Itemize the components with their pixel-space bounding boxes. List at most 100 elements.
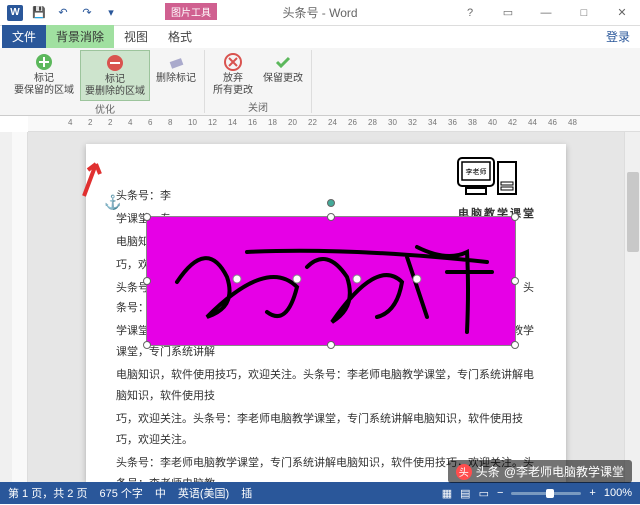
insert-mode[interactable]: 插 — [241, 485, 252, 501]
watermark-prefix: 头条 — [476, 463, 500, 480]
close-button[interactable]: ✕ — [608, 3, 636, 23]
discard-changes-button[interactable]: 放弃 所有更改 — [209, 50, 257, 99]
ruler-mark: 6 — [148, 118, 152, 127]
ruler-mark: 18 — [268, 118, 277, 127]
ruler-mark: 20 — [288, 118, 297, 127]
eraser-icon — [166, 52, 186, 72]
help-button[interactable]: ? — [456, 3, 484, 23]
ruler-mark: 30 — [388, 118, 397, 127]
tab-view[interactable]: 视图 — [114, 25, 158, 48]
zoom-out-button[interactable]: − — [497, 487, 503, 499]
page-indicator[interactable]: 第 1 页，共 2 页 — [8, 485, 87, 501]
ruler-mark: 4 — [68, 118, 72, 127]
left-gutter — [0, 132, 12, 482]
ruler-mark: 12 — [208, 118, 217, 127]
text-line[interactable]: 巧，欢迎关注。头条号：李老师电脑教学课堂，专门系统讲解电脑知识，软件使用技巧，欢… — [116, 409, 536, 451]
ruler-mark: 36 — [448, 118, 457, 127]
undo-button[interactable]: ↶ — [52, 2, 74, 24]
ruler-mark: 42 — [508, 118, 517, 127]
ruler-mark: 40 — [488, 118, 497, 127]
resize-handle[interactable] — [511, 213, 519, 221]
ribbon-options-button[interactable]: ▭ — [494, 3, 522, 23]
view-read-icon[interactable]: ▤ — [460, 487, 470, 500]
computer-icon: 李老师 — [452, 152, 522, 202]
ribbon-tabs: 文件 背景消除 视图 格式 登录 — [0, 26, 640, 48]
language-indicator[interactable]: 英语(美国) — [178, 485, 229, 501]
watermark: 头 头条 @李老师电脑教学课堂 — [448, 460, 632, 483]
vertical-ruler[interactable] — [12, 132, 28, 482]
redo-button[interactable]: ↷ — [76, 2, 98, 24]
page[interactable]: ⚓ 李老师 电脑教学课堂 头条号：李 — [86, 144, 566, 482]
ruler-mark: 14 — [228, 118, 237, 127]
qat-dropdown[interactable]: ▾ — [100, 2, 122, 24]
status-bar: 第 1 页，共 2 页 675 个字 中 英语(美国) 插 ▦ ▤ ▭ − + … — [0, 482, 640, 504]
tab-file[interactable]: 文件 — [2, 25, 46, 48]
ruler-mark: 34 — [428, 118, 437, 127]
tab-background-remove[interactable]: 背景消除 — [46, 25, 114, 48]
ruler-mark: 32 — [408, 118, 417, 127]
title-bar: W 💾 ↶ ↷ ▾ 图片工具 头条号 - Word ? ▭ — □ ✕ — [0, 0, 640, 26]
delete-mark-button[interactable]: 删除标记 — [152, 50, 200, 87]
document-title: 头条号 - Word — [282, 4, 357, 21]
ribbon-group-close: 放弃 所有更改 保留更改 关闭 — [205, 50, 312, 113]
ruler-mark: 2 — [88, 118, 92, 127]
ruler-mark: 16 — [248, 118, 257, 127]
cancel-icon — [223, 52, 243, 72]
word-count[interactable]: 675 个字 — [99, 485, 142, 501]
check-icon — [273, 52, 293, 72]
horizontal-ruler[interactable]: 4224681012141618202224262830323436384042… — [28, 116, 640, 132]
lang-icon[interactable]: 中 — [155, 485, 166, 501]
resize-handle[interactable] — [511, 341, 519, 349]
ribbon: 标记 要保留的区域 标记 要删除的区域 删除标记 优化 放弃 所有更改 保留更改 — [0, 48, 640, 116]
zoom-slider-thumb[interactable] — [546, 489, 554, 498]
ruler-mark: 4 — [128, 118, 132, 127]
mark-keep-button[interactable]: 标记 要保留的区域 — [10, 50, 78, 99]
ruler-mark: 26 — [348, 118, 357, 127]
maximize-button[interactable]: □ — [570, 3, 598, 23]
picture-tools-contextual-header: 图片工具 — [165, 3, 217, 20]
selected-image[interactable] — [146, 216, 516, 346]
watermark-icon: 头 — [456, 464, 472, 480]
text-line[interactable]: 电脑知识，软件使用技巧，欢迎关注。头条号：李老师电脑教学课堂，专门系统讲解电脑知… — [116, 365, 536, 407]
ruler-mark: 44 — [528, 118, 537, 127]
scrollbar-thumb[interactable] — [627, 172, 639, 252]
resize-handle[interactable] — [327, 341, 335, 349]
resize-handle[interactable] — [511, 277, 519, 285]
word-app-icon[interactable]: W — [4, 2, 26, 24]
ruler-mark: 2 — [108, 118, 112, 127]
resize-handle[interactable] — [143, 277, 151, 285]
annotation-arrow-icon — [78, 158, 108, 198]
watermark-text: @李老师电脑教学课堂 — [504, 463, 624, 480]
document-area[interactable]: ⚓ 李老师 电脑教学课堂 头条号：李 — [28, 132, 624, 482]
ruler-mark: 28 — [368, 118, 377, 127]
ruler-mark: 24 — [328, 118, 337, 127]
view-print-layout-icon[interactable]: ▦ — [442, 487, 452, 500]
ruler-mark: 46 — [548, 118, 557, 127]
ruler-mark: 8 — [168, 118, 172, 127]
resize-handle[interactable] — [143, 341, 151, 349]
ruler-mark: 10 — [188, 118, 197, 127]
zoom-in-button[interactable]: + — [589, 487, 595, 499]
signature-graphic — [147, 217, 517, 347]
svg-text:李老师: 李老师 — [466, 167, 487, 176]
login-link[interactable]: 登录 — [596, 25, 640, 48]
resize-handle[interactable] — [143, 213, 151, 221]
save-button[interactable]: 💾 — [28, 2, 50, 24]
view-web-icon[interactable]: ▭ — [479, 487, 489, 500]
rotate-handle[interactable] — [327, 199, 335, 207]
minus-circle-icon — [105, 53, 125, 73]
keep-changes-button[interactable]: 保留更改 — [259, 50, 307, 87]
plus-circle-icon — [34, 52, 54, 72]
ruler-mark: 38 — [468, 118, 477, 127]
vertical-scrollbar[interactable] — [624, 132, 640, 482]
mark-remove-button[interactable]: 标记 要删除的区域 — [80, 50, 150, 101]
quick-access-toolbar: W 💾 ↶ ↷ ▾ — [0, 2, 126, 24]
minimize-button[interactable]: — — [532, 3, 560, 23]
ruler-mark: 48 — [568, 118, 577, 127]
zoom-slider[interactable] — [511, 492, 581, 495]
resize-handle[interactable] — [327, 213, 335, 221]
group-label-close: 关闭 — [248, 99, 268, 116]
tab-format[interactable]: 格式 — [158, 25, 202, 48]
ribbon-group-optimize: 标记 要保留的区域 标记 要删除的区域 删除标记 优化 — [6, 50, 205, 113]
zoom-level[interactable]: 100% — [604, 487, 632, 499]
